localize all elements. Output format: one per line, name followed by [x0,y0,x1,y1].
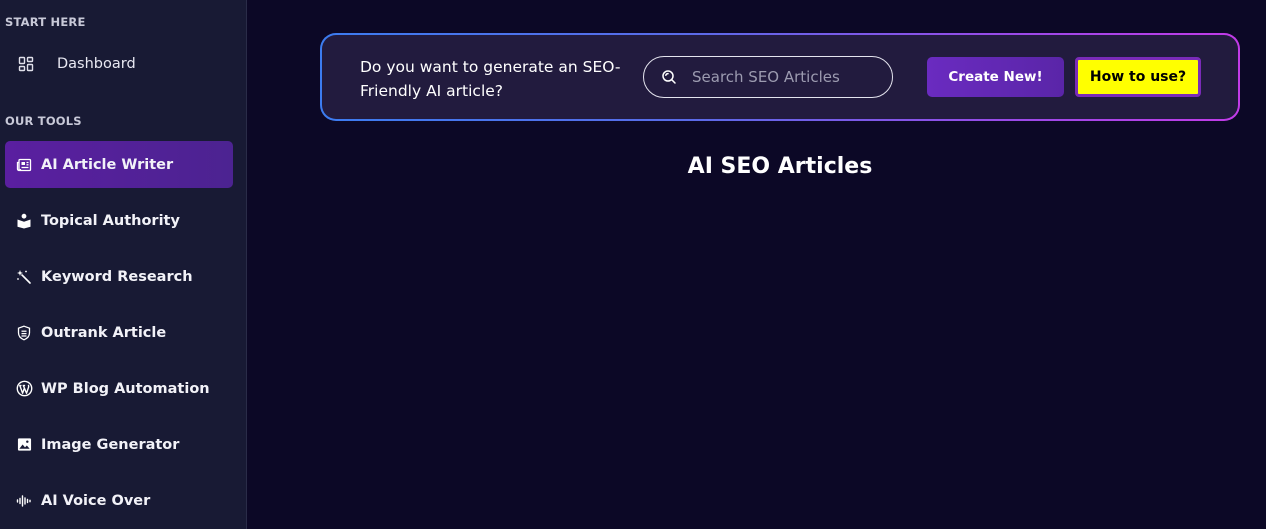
sidebar-item-outrank-article[interactable]: Outrank Article [5,309,233,356]
sidebar-item-label: Topical Authority [41,212,180,229]
generate-banner: Do you want to generate an SEO-Friendly … [320,33,1240,121]
sidebar-item-image-generator[interactable]: Image Generator [5,421,233,468]
sidebar-item-label: AI Article Writer [41,156,174,173]
search-icon [660,68,678,86]
banner-inner: Do you want to generate an SEO-Friendly … [322,35,1238,119]
dashboard-icon [17,55,35,73]
sidebar-item-label: Outrank Article [41,324,167,341]
sidebar-item-label: Keyword Research [41,268,193,285]
sidebar-item-dashboard[interactable]: Dashboard [5,40,233,87]
page-title: AI SEO Articles [687,154,873,179]
wordpress-icon [15,380,33,398]
image-icon [15,436,33,454]
magic-wand-icon [15,268,33,286]
sidebar-item-keyword-research[interactable]: Keyword Research [5,253,233,300]
sidebar-item-label: Dashboard [57,55,136,72]
sidebar-item-ai-article-writer[interactable]: AI Article Writer [5,141,233,188]
search-box[interactable] [643,56,893,98]
book-reader-icon [15,212,33,230]
shield-icon [15,324,33,342]
sidebar-item-label: WP Blog Automation [41,380,210,397]
newspaper-icon [15,156,33,174]
sidebar-item-label: AI Voice Over [41,492,151,509]
sound-wave-icon [15,492,33,510]
how-to-use-button[interactable]: How to use? [1075,57,1201,97]
sidebar-item-label: Image Generator [41,436,180,453]
sidebar-item-wp-blog-automation[interactable]: WP Blog Automation [5,365,233,412]
create-new-button[interactable]: Create New! [927,57,1064,97]
sidebar-item-ai-voice-over[interactable]: AI Voice Over [5,477,233,524]
sidebar-item-topical-authority[interactable]: Topical Authority [5,197,233,244]
app-root: START HERE Dashboard OUR TOOLS AI Articl… [0,0,1266,529]
sidebar: START HERE Dashboard OUR TOOLS AI Articl… [0,0,247,529]
search-input[interactable] [692,68,872,86]
banner-prompt: Do you want to generate an SEO-Friendly … [360,58,621,100]
section-label-start-here: START HERE [5,15,86,29]
section-label-our-tools: OUR TOOLS [5,114,82,128]
